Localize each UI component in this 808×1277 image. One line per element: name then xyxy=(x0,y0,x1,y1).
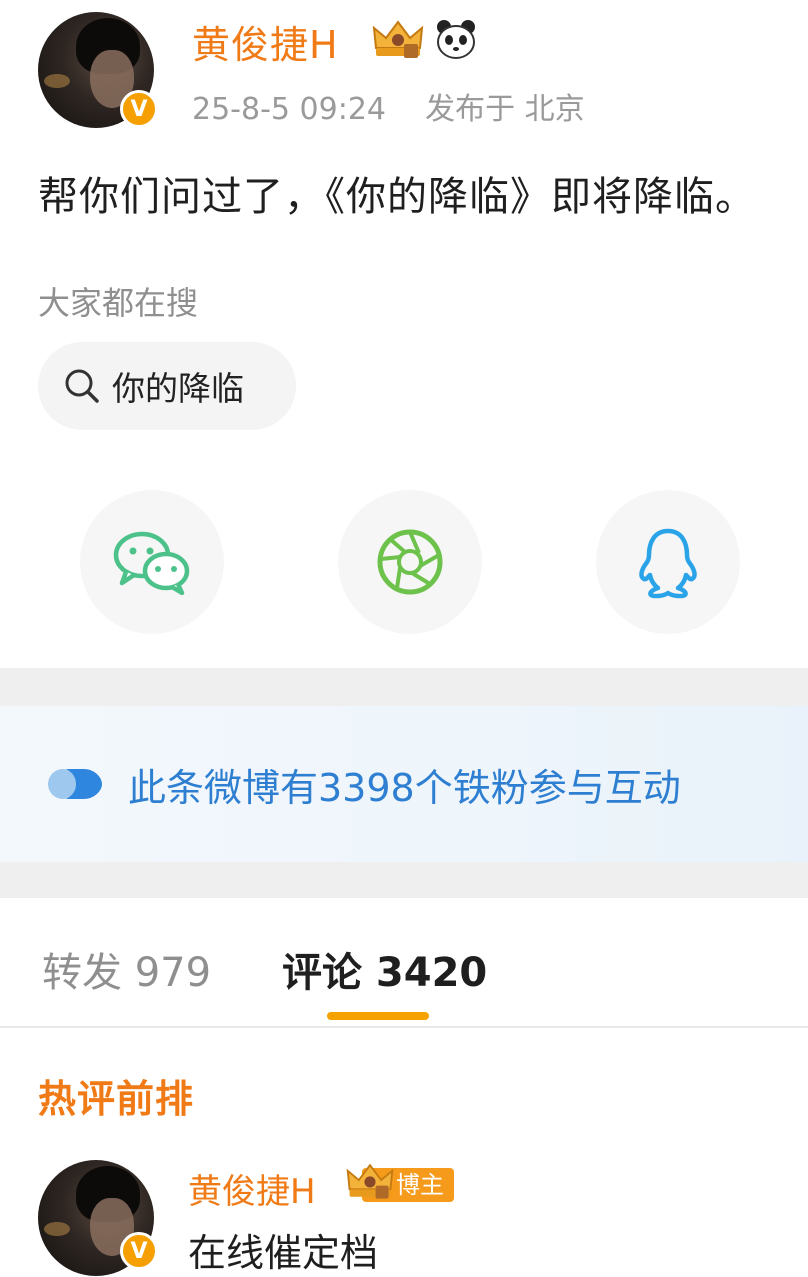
author-name[interactable]: 黄俊捷H xyxy=(192,14,339,69)
post-text: 帮你们问过了，《你的降临》即将降临。 xyxy=(38,174,756,220)
tab-comments[interactable]: 评论 3420 xyxy=(282,940,487,998)
post-location: 发布于 北京 xyxy=(425,92,585,127)
active-tab-indicator xyxy=(327,1012,429,1020)
fan-interaction-banner[interactable]: 此条微博有3398个铁粉参与互动 xyxy=(0,706,808,862)
moments-icon xyxy=(377,529,443,595)
hot-comments-title: 热评前排 xyxy=(38,1077,195,1121)
search-suggestion-chip[interactable]: 你的降临 xyxy=(38,342,296,430)
verified-badge-icon: V xyxy=(120,90,158,128)
comment-text: 在线催定档 xyxy=(188,1231,379,1275)
tab-reposts[interactable]: 转发 979 xyxy=(42,940,211,998)
share-moments-button[interactable] xyxy=(338,490,482,634)
share-qq-button[interactable] xyxy=(596,490,740,634)
share-wechat-button[interactable] xyxy=(80,490,224,634)
host-tag-label: 博主 xyxy=(396,1171,444,1199)
search-hint: 大家都在搜 xyxy=(38,284,199,322)
section-divider xyxy=(0,862,808,898)
wechat-icon xyxy=(113,531,190,595)
fan-badge-icon xyxy=(48,769,102,799)
post-time: 25-8-5 09:24 xyxy=(192,92,386,127)
crown-icon xyxy=(346,1163,394,1199)
post-meta: 25-8-5 09:24 发布于 北京 xyxy=(192,84,585,128)
crown-icon[interactable] xyxy=(370,18,426,60)
section-divider xyxy=(0,668,808,706)
search-icon xyxy=(65,369,99,403)
qq-icon xyxy=(639,528,697,599)
panda-icon[interactable] xyxy=(434,18,478,60)
fan-interaction-text: 此条微博有3398个铁粉参与互动 xyxy=(128,765,681,810)
tabs-divider xyxy=(0,1026,808,1028)
commenter-verified-icon: V xyxy=(120,1232,158,1270)
commenter-name[interactable]: 黄俊捷H xyxy=(188,1164,316,1213)
search-chip-label: 你的降临 xyxy=(112,369,244,408)
